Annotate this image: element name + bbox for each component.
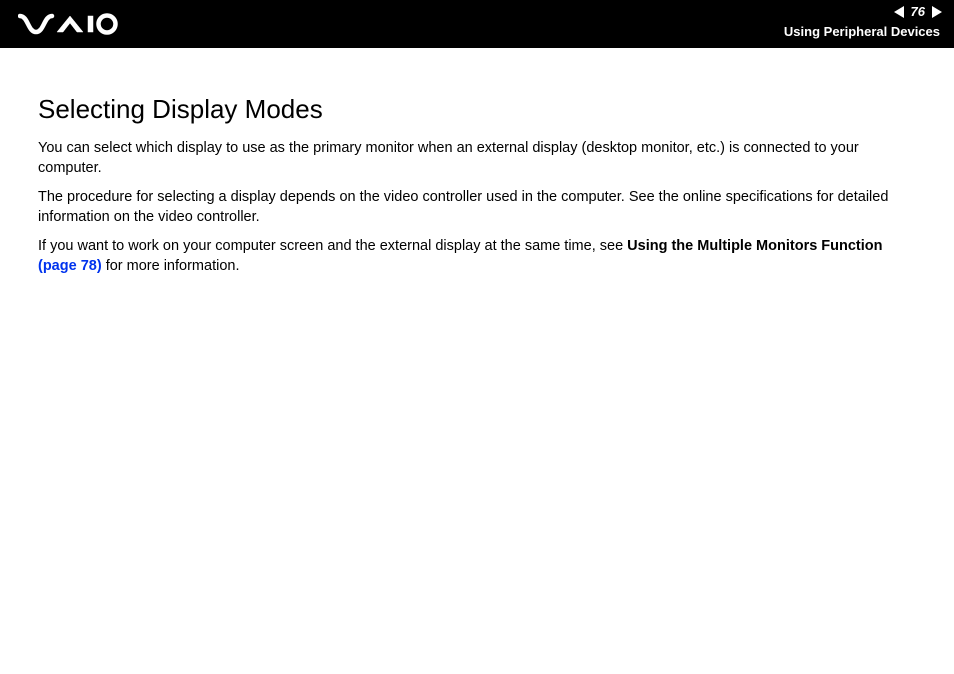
paragraph-1: You can select which display to use as t… <box>38 139 916 178</box>
next-page-icon[interactable] <box>932 6 942 18</box>
section-title: Using Peripheral Devices <box>784 24 940 39</box>
page-navigation: 76 <box>894 4 942 19</box>
page-title: Selecting Display Modes <box>38 94 916 125</box>
prev-page-icon[interactable] <box>894 6 904 18</box>
page-number: 76 <box>908 4 928 19</box>
page-78-link[interactable]: (page 78) <box>38 258 102 274</box>
page-header: 76 Using Peripheral Devices <box>0 0 954 48</box>
page-content: Selecting Display Modes You can select w… <box>0 48 954 276</box>
paragraph-3: If you want to work on your computer scr… <box>38 237 916 276</box>
p3-tail: for more information. <box>102 258 240 274</box>
paragraph-2: The procedure for selecting a display de… <box>38 188 916 227</box>
p3-bold: Using the Multiple Monitors Function <box>627 238 882 254</box>
vaio-logo <box>18 8 138 40</box>
p3-lead: If you want to work on your computer scr… <box>38 238 627 254</box>
